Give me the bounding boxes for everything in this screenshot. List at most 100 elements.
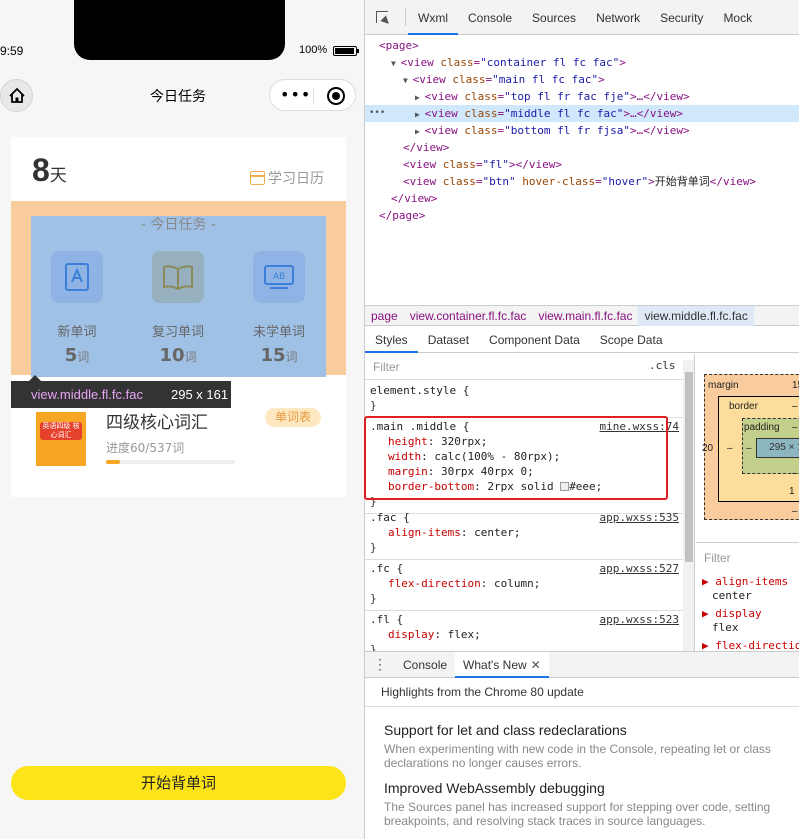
wordlist-button[interactable]: 单词表 xyxy=(265,408,321,427)
breadcrumb-item[interactable]: view.container.fl.fc.fac xyxy=(404,306,533,326)
style-rule[interactable]: element.style {} xyxy=(365,380,683,418)
expand-triangle-icon[interactable]: ▶ xyxy=(415,93,425,102)
battery-icon xyxy=(333,46,359,56)
home-icon xyxy=(8,87,25,103)
task-new-words[interactable]: 新单词 5词 xyxy=(39,251,115,366)
style-rule[interactable]: .fc {app.wxss:527 flex-direction: column;… xyxy=(365,558,683,611)
task-label: 未学单词 xyxy=(252,325,305,340)
wxml-node[interactable]: ▼ <view class="main fl fc fac"> xyxy=(365,71,799,88)
computed-value: center xyxy=(712,589,752,602)
status-time: 9:59 xyxy=(0,44,24,58)
wxml-node[interactable]: ▶ <view class="middle fl fc fac">…</view… xyxy=(365,105,799,122)
margin-label: margin xyxy=(708,380,739,391)
wxml-node[interactable]: <page> xyxy=(365,37,799,54)
style-property[interactable]: align-items: center; xyxy=(370,525,683,540)
wxml-node[interactable]: </view> xyxy=(365,190,799,207)
breadcrumb-item[interactable]: view.main.fl.fc.fac xyxy=(532,306,638,326)
capsule-menu[interactable]: ••• xyxy=(269,79,356,111)
style-property[interactable]: flex-direction: column; xyxy=(370,576,683,591)
whats-new-item[interactable]: Improved WebAssembly debugging The Sourc… xyxy=(384,780,784,828)
breadcrumb-item-current[interactable]: view.middle.fl.fc.fac xyxy=(638,305,754,326)
wxml-node[interactable]: <view class="btn" hover-class="hover">开始… xyxy=(365,173,799,190)
home-button[interactable] xyxy=(0,79,33,112)
computed-prop[interactable]: ▶ align-items xyxy=(702,575,788,588)
task-unlearned-words[interactable]: AB 未学单词 15词 xyxy=(241,251,317,366)
tab-console[interactable]: Console xyxy=(458,0,522,35)
computed-prop[interactable]: ▶ display xyxy=(702,607,762,620)
tab-component-data[interactable]: Component Data xyxy=(479,327,590,353)
task-count: 15词 xyxy=(260,345,298,366)
task-review-words[interactable]: 复习单词 10词 xyxy=(140,251,216,366)
tab-dataset[interactable]: Dataset xyxy=(418,327,479,353)
breadcrumb-item[interactable]: page xyxy=(365,306,404,326)
styles-pane: Filter .cls element.style {} .main .middl… xyxy=(365,354,695,651)
style-rule[interactable]: .fl {app.wxss:523 display: flex;} xyxy=(365,609,683,651)
wxml-node[interactable]: ▼ <view class="container fl fc fac"> xyxy=(365,54,799,71)
drawer-menu-icon[interactable]: ⋮ xyxy=(365,656,395,673)
collapse-triangle-icon[interactable]: ▼ xyxy=(391,59,401,68)
tab-wxml[interactable]: Wxml xyxy=(408,0,458,35)
styles-filter[interactable]: Filter .cls xyxy=(365,354,694,380)
study-calendar-link[interactable]: 学习日历 xyxy=(250,168,324,188)
tab-sources[interactable]: Sources xyxy=(522,0,586,35)
tab-network[interactable]: Network xyxy=(586,0,650,35)
svg-text:AB: AB xyxy=(273,272,285,282)
computed-value: flex xyxy=(712,621,739,634)
nav-title: 今日任务 xyxy=(150,88,206,104)
inspect-element-icon[interactable] xyxy=(365,0,403,35)
wxml-node[interactable]: </view> xyxy=(365,139,799,156)
tooltip-selector: view.middle.fl.fc.fac xyxy=(31,387,143,402)
rule-close: } xyxy=(370,592,377,605)
tab-security[interactable]: Security xyxy=(650,0,713,35)
task-count: 10词 xyxy=(159,345,197,366)
streak-days: 8天 xyxy=(32,152,67,189)
drawer-tab-whats-new[interactable]: What's New ✕ xyxy=(455,651,549,678)
rule-source-link[interactable]: app.wxss:535 xyxy=(600,510,679,525)
border-bottom-value: – xyxy=(792,506,798,517)
phone-notch xyxy=(74,0,285,60)
rule-source-link[interactable]: app.wxss:523 xyxy=(600,612,679,627)
drawer-tabbar: ⋮ Console What's New ✕ xyxy=(365,651,799,678)
rule-source-link[interactable]: app.wxss:527 xyxy=(600,561,679,576)
scrollbar-thumb[interactable] xyxy=(685,372,693,562)
capsule-divider xyxy=(313,88,314,104)
rule-close: } xyxy=(370,643,377,651)
today-task-header: - 今日任务 - xyxy=(140,217,216,233)
wxml-tree: <page> ▼ <view class="container fl fc fac… xyxy=(365,35,799,305)
computed-pane: Filter ▶ align-items center ▶ display fl… xyxy=(696,542,799,651)
style-rule[interactable]: .fac {app.wxss:535 align-items: center;} xyxy=(365,507,683,560)
calendar-icon xyxy=(250,171,265,185)
collapse-triangle-icon[interactable]: ▼ xyxy=(403,76,413,85)
box-model: 295 × 1 margin 15 20 1 border – – paddin… xyxy=(696,354,799,542)
days-count: 8 xyxy=(32,152,50,188)
node-actions-icon[interactable]: ••• xyxy=(369,105,385,122)
expand-triangle-icon[interactable]: ▶ xyxy=(415,110,425,119)
book-cover[interactable]: 英语四级 核心词汇 xyxy=(36,412,86,466)
cls-toggle[interactable]: .cls xyxy=(649,359,676,372)
progress-text: 进度60/537词 xyxy=(106,441,185,455)
more-dots-icon[interactable]: ••• xyxy=(280,87,311,103)
computed-prop[interactable]: ▶ flex-direction xyxy=(702,639,799,651)
tab-styles[interactable]: Styles xyxy=(365,327,418,353)
calendar-label: 学习日历 xyxy=(268,171,324,187)
wxml-node[interactable]: <view class="fl"></view> xyxy=(365,156,799,173)
wxml-node[interactable]: ▶ <view class="bottom fl fr fjsa">…</vie… xyxy=(365,122,799,139)
styles-scrollbar[interactable] xyxy=(683,360,694,651)
close-miniprogram-icon[interactable] xyxy=(327,87,345,105)
tab-scope-data[interactable]: Scope Data xyxy=(590,327,673,353)
padding-top-value: – xyxy=(792,422,798,433)
whats-new-title: Improved WebAssembly debugging xyxy=(384,780,605,796)
whats-new-item[interactable]: Support for let and class redeclarations… xyxy=(384,722,784,770)
wxml-node[interactable]: ▶ <view class="top fl fr fac fje">…</vie… xyxy=(365,88,799,105)
style-property[interactable]: display: flex; xyxy=(370,627,683,642)
start-memorizing-button[interactable]: 开始背单词 xyxy=(11,766,346,800)
drawer-tab-console[interactable]: Console xyxy=(395,652,455,678)
devtools-tabbar: Wxml Console Sources Network Security Mo… xyxy=(365,0,799,35)
tab-mock[interactable]: Mock xyxy=(713,0,762,35)
close-tab-icon[interactable]: ✕ xyxy=(531,658,541,672)
task-label: 复习单词 xyxy=(151,325,204,340)
computed-filter[interactable]: Filter xyxy=(704,551,731,565)
expand-triangle-icon[interactable]: ▶ xyxy=(415,127,425,136)
wxml-node[interactable]: </page> xyxy=(365,207,799,224)
task-label: 新单词 xyxy=(57,325,97,340)
